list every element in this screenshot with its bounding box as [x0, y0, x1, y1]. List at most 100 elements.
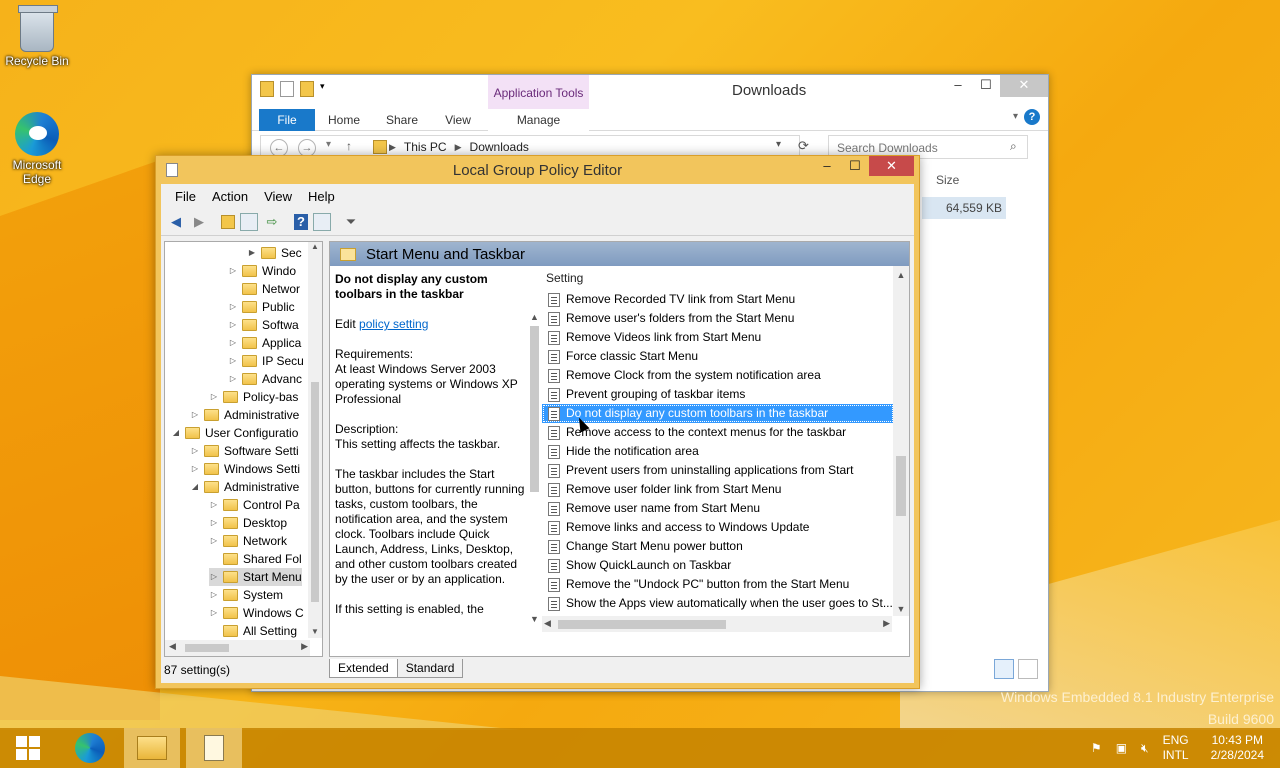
setting-row[interactable]: Remove Recorded TV link from Start Menu [542, 290, 894, 309]
chevron-down-icon[interactable]: ▾ [1013, 111, 1018, 122]
flag-icon[interactable]: ⚑ [1091, 741, 1102, 755]
breadcrumb-downloads[interactable]: Downloads [470, 140, 529, 154]
tree-node[interactable]: ▷ Softwa [228, 316, 299, 334]
setting-row[interactable]: Remove links and access to Windows Updat… [542, 518, 894, 537]
column-header-size[interactable]: Size [936, 173, 959, 187]
scroll-down-arrow-icon[interactable]: ▼ [308, 627, 322, 636]
scroll-left-arrow-icon[interactable]: ◀ [544, 618, 551, 629]
setting-row[interactable]: Force classic Start Menu [542, 347, 894, 366]
tree-expander-icon[interactable]: ▷ [209, 496, 219, 514]
search-icon[interactable]: ⌕ [1010, 139, 1017, 154]
maximize-button[interactable]: ☐ [972, 75, 1000, 97]
tree-node[interactable]: ▷ Desktop [209, 514, 287, 532]
close-button[interactable]: ✕ [869, 156, 914, 176]
scrollbar-thumb[interactable] [185, 644, 229, 652]
tree-node[interactable]: ◢ User Configuratio [171, 424, 298, 442]
tree-node[interactable]: All Setting [209, 622, 297, 640]
setting-row[interactable]: Remove user folder link from Start Menu [542, 480, 894, 499]
setting-row[interactable]: Prevent users from uninstalling applicat… [542, 461, 894, 480]
scrollbar-thumb[interactable] [311, 382, 319, 602]
tab-standard[interactable]: Standard [396, 659, 464, 678]
clock[interactable]: 10:43 PM 2/28/2024 [1211, 733, 1264, 763]
tree-node[interactable]: ▷ Windows Setti [190, 460, 300, 478]
tab-manage[interactable]: Manage [488, 109, 589, 131]
setting-row[interactable]: Remove Videos link from Start Menu [542, 328, 894, 347]
minimize-button[interactable]: – [944, 75, 972, 97]
tab-view[interactable]: View [436, 109, 480, 131]
filter-icon[interactable]: ⏷ [342, 213, 360, 231]
scroll-up-arrow-icon[interactable]: ▲ [893, 270, 909, 280]
tree-node[interactable]: Shared Fol [209, 550, 302, 568]
setting-row[interactable]: Prevent grouping of taskbar items [542, 385, 894, 404]
back-arrow-icon[interactable]: ◀ [167, 213, 185, 231]
setting-row[interactable]: Remove the "Undock PC" button from the S… [542, 575, 894, 594]
scrollbar-thumb[interactable] [896, 456, 906, 516]
maximize-button[interactable]: ☐ [841, 156, 869, 178]
gpe-titlebar[interactable]: Local Group Policy Editor – ☐ ✕ [156, 156, 919, 184]
tree-node[interactable]: ▷ IP Secu [228, 352, 304, 370]
setting-row[interactable]: Remove user's folders from the Start Men… [542, 309, 894, 328]
tree-expander-icon[interactable]: ▷ [190, 460, 200, 478]
menu-view[interactable]: View [256, 189, 300, 204]
tree-node[interactable]: ▷ System [209, 586, 283, 604]
tree-expander-icon[interactable]: ▷ [228, 262, 238, 280]
refresh-icon[interactable]: ⟳ [798, 138, 809, 154]
scroll-left-arrow-icon[interactable]: ◀ [169, 641, 176, 652]
forward-arrow-icon[interactable]: ▶ [190, 213, 208, 231]
help-icon[interactable]: ? [294, 213, 308, 230]
setting-row[interactable]: Remove access to the context menus for t… [542, 423, 894, 442]
tab-share[interactable]: Share [380, 109, 424, 131]
setting-row[interactable]: Do not display any custom toolbars in th… [542, 404, 894, 423]
scrollbar-thumb[interactable] [530, 326, 539, 492]
scroll-up-arrow-icon[interactable]: ▲ [528, 312, 541, 322]
tree-expander-icon[interactable]: ▷ [209, 388, 219, 406]
scroll-right-arrow-icon[interactable]: ▶ [301, 641, 308, 652]
tree-node[interactable]: ▶ Sec [247, 244, 302, 262]
new-folder-icon[interactable] [300, 81, 314, 97]
tree-node[interactable]: ▷ Start Menu [209, 568, 302, 586]
taskbar-group-policy-editor[interactable] [186, 728, 242, 768]
scroll-down-arrow-icon[interactable]: ▼ [528, 614, 541, 624]
scroll-up-arrow-icon[interactable]: ▲ [308, 242, 322, 251]
show-hide-tree-icon[interactable] [240, 212, 258, 231]
setting-row[interactable]: Remove Clock from the system notificatio… [542, 366, 894, 385]
network-icon[interactable]: ▣ [1116, 741, 1127, 755]
taskbar-edge[interactable] [62, 728, 118, 768]
tree-expander-icon[interactable]: ▶ [247, 244, 257, 262]
export-list-icon[interactable]: ⇨ [263, 213, 281, 231]
scrollbar-thumb[interactable] [558, 620, 726, 629]
details-view-icon[interactable] [994, 659, 1014, 679]
desktop-icon-edge[interactable]: Microsoft Edge [2, 112, 72, 186]
minimize-button[interactable]: – [813, 156, 841, 178]
scroll-down-arrow-icon[interactable]: ▼ [893, 604, 909, 614]
description-scrollbar[interactable]: ▲ ▼ [528, 312, 541, 642]
tree-node[interactable]: ◢ Administrative [190, 478, 299, 496]
desktop-icon-recycle-bin[interactable]: Recycle Bin [2, 5, 72, 68]
address-dropdown-icon[interactable]: ▾ [776, 139, 781, 150]
navigation-tree[interactable]: ▲ ▼ ◀ ▶ ▶ Sec ▷ Windo Networ ▷ Public ▷ Softwa ▷ A… [164, 241, 323, 657]
taskbar-file-explorer[interactable] [124, 728, 180, 768]
tree-expander-icon[interactable]: ▷ [228, 298, 238, 316]
tree-expander-icon[interactable]: ▷ [228, 334, 238, 352]
tree-expander-icon[interactable]: ◢ [190, 478, 200, 496]
large-icons-view-icon[interactable] [1018, 659, 1038, 679]
tree-expander-icon[interactable]: ▷ [228, 316, 238, 334]
tab-extended[interactable]: Extended [329, 659, 398, 678]
setting-row[interactable]: Remove user name from Start Menu [542, 499, 894, 518]
menu-action[interactable]: Action [204, 189, 256, 204]
edit-policy-link[interactable]: policy setting [359, 317, 428, 331]
tree-node[interactable]: ▷ Advanc [228, 370, 302, 388]
tree-node[interactable]: ▷ Policy-bas [209, 388, 298, 406]
tree-node[interactable]: ▷ Control Pa [209, 496, 300, 514]
tree-expander-icon[interactable]: ▷ [209, 604, 219, 622]
settings-vertical-scrollbar[interactable]: ▲ ▼ [893, 266, 909, 616]
folder-icon[interactable] [260, 81, 274, 97]
tree-node[interactable]: ▷ Windows C [209, 604, 304, 622]
breadcrumb-this-pc[interactable]: This PC [404, 140, 447, 154]
start-button[interactable] [0, 728, 56, 768]
tree-node[interactable]: ▷ Software Setti [190, 442, 299, 460]
scroll-right-arrow-icon[interactable]: ▶ [883, 618, 890, 629]
group-policy-editor-window[interactable]: Local Group Policy Editor – ☐ ✕ File Act… [155, 155, 920, 689]
menu-file[interactable]: File [167, 189, 204, 204]
tree-expander-icon[interactable]: ▷ [209, 532, 219, 550]
